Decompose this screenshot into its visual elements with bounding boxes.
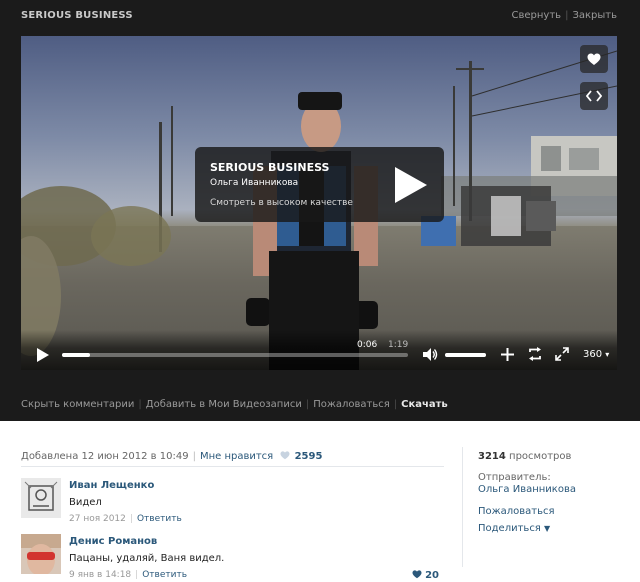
volume-slider[interactable] bbox=[445, 353, 486, 357]
divider bbox=[462, 447, 463, 567]
separator: | bbox=[138, 399, 142, 410]
comment-meta: 27 ноя 2012 | Ответить bbox=[69, 514, 182, 524]
heart-icon bbox=[587, 53, 601, 65]
volume-fill bbox=[445, 353, 486, 357]
comment-author[interactable]: Денис Романов bbox=[69, 536, 157, 547]
report-link[interactable]: Пожаловаться bbox=[313, 399, 390, 410]
play-icon[interactable] bbox=[37, 348, 49, 362]
fullscreen-icon[interactable] bbox=[555, 347, 569, 361]
video-player[interactable]: SERIOUS BUSINESS Ольга Иванникова Смотре… bbox=[21, 36, 617, 370]
add-to-videos-link[interactable]: Добавить в Мои Видеозаписи bbox=[146, 399, 302, 410]
separator: | bbox=[305, 399, 310, 410]
avatar[interactable] bbox=[21, 534, 61, 574]
divider bbox=[21, 466, 444, 467]
close-link[interactable]: Закрыть bbox=[572, 10, 617, 21]
chevron-down-icon: ▼ bbox=[544, 524, 551, 533]
added-date: Добавлена 12 июн 2012 в 10:49 bbox=[21, 451, 189, 462]
separator: | bbox=[135, 570, 139, 580]
likes-count: 2595 bbox=[294, 451, 323, 462]
views-counter: 3214 просмотров bbox=[478, 451, 571, 462]
add-plus-icon[interactable] bbox=[501, 348, 514, 361]
like-video-button[interactable] bbox=[580, 45, 608, 73]
comment-meta: 9 янв в 14:18 | Ответить bbox=[69, 570, 187, 580]
heart-icon bbox=[280, 451, 290, 460]
window-actions: Свернуть | Закрыть bbox=[512, 10, 617, 21]
views-count: 3214 bbox=[478, 451, 506, 462]
current-time: 0:06 bbox=[357, 340, 378, 350]
sender-link[interactable]: Ольга Иванникова bbox=[478, 484, 576, 495]
total-time: 1:19 bbox=[388, 340, 409, 350]
minimize-link[interactable]: Свернуть bbox=[512, 10, 562, 21]
comment-likes-count: 20 bbox=[425, 570, 439, 581]
card-video-author[interactable]: Ольга Иванникова bbox=[210, 178, 298, 188]
volume-icon[interactable] bbox=[423, 348, 438, 361]
window-title: SERIOUS BUSINESS bbox=[21, 10, 133, 21]
share-link[interactable]: Поделиться ▼ bbox=[478, 523, 550, 534]
chevron-down-icon: ▾ bbox=[605, 350, 610, 359]
hide-comments-link[interactable]: Скрыть комментарии bbox=[21, 399, 134, 410]
like-link[interactable]: Мне нравится bbox=[200, 451, 273, 462]
separator: | bbox=[129, 514, 133, 524]
quality-selector[interactable]: 360 ▾ bbox=[583, 349, 609, 360]
video-actions: Скрыть комментарии | Добавить в Мои Видеоз… bbox=[21, 399, 448, 410]
play-large-icon[interactable] bbox=[389, 165, 429, 205]
report-side-link[interactable]: Пожаловаться bbox=[478, 506, 555, 517]
embed-button[interactable] bbox=[580, 82, 608, 110]
video-info-card: SERIOUS BUSINESS Ольга Иванникова Смотре… bbox=[195, 147, 444, 222]
comment-date: 27 ноя 2012 bbox=[69, 514, 126, 524]
reply-link[interactable]: Ответить bbox=[137, 514, 182, 524]
download-link[interactable]: Скачать bbox=[401, 399, 448, 410]
progress-bar[interactable] bbox=[62, 353, 408, 357]
progress-fill bbox=[62, 353, 90, 357]
heart-icon bbox=[412, 570, 422, 579]
views-label: просмотров bbox=[509, 451, 572, 462]
repeat-icon[interactable] bbox=[528, 347, 542, 361]
separator: | bbox=[393, 399, 398, 410]
share-label: Поделиться bbox=[478, 523, 541, 534]
separator: | bbox=[192, 451, 196, 462]
quality-value: 360 bbox=[583, 349, 603, 360]
comment-date: 9 янв в 14:18 bbox=[69, 570, 132, 580]
reply-link[interactable]: Ответить bbox=[142, 570, 187, 580]
code-embed-icon bbox=[586, 90, 602, 102]
sender-label: Отправитель: bbox=[478, 472, 551, 483]
separator: | bbox=[565, 10, 569, 21]
comment-like-button[interactable]: 20 bbox=[412, 570, 439, 581]
video-info-line: Добавлена 12 июн 2012 в 10:49 | Мне нравит… bbox=[21, 451, 322, 462]
comment-text: Видел bbox=[69, 497, 102, 508]
card-video-title: SERIOUS BUSINESS bbox=[210, 161, 330, 174]
watch-hq-link[interactable]: Смотреть в высоком качестве bbox=[210, 198, 353, 208]
comment-text: Пацаны, удаляй, Ваня видел. bbox=[69, 553, 225, 564]
comment-author[interactable]: Иван Лещенко bbox=[69, 480, 154, 491]
avatar[interactable] bbox=[21, 478, 61, 518]
